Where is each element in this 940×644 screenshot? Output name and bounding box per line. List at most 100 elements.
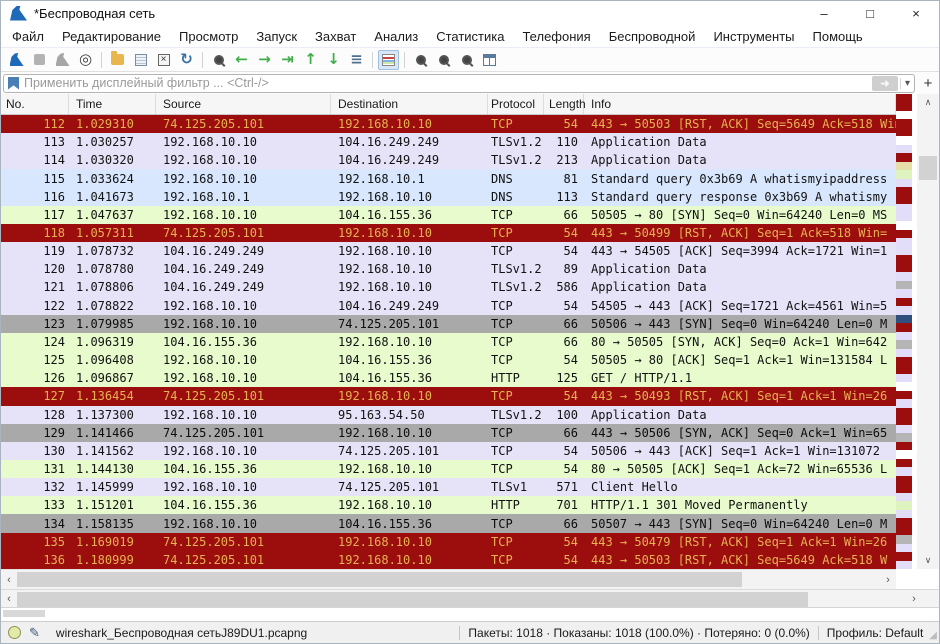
pane-handle[interactable] (3, 610, 45, 617)
cell-info: Client Hello (584, 480, 896, 494)
menu-item-10[interactable]: Помощь (804, 27, 872, 46)
menu-item-3[interactable]: Запуск (247, 27, 306, 46)
column-header-time[interactable]: Time (69, 94, 156, 114)
lower-hscrollbar[interactable]: ‹ › (1, 589, 939, 607)
zoom-reset-icon[interactable] (456, 50, 477, 70)
goto-packet-icon[interactable]: ⇥ (277, 50, 298, 70)
capture-comment-icon[interactable]: ✎ (29, 625, 40, 641)
apply-filter-button[interactable]: ➜ (872, 76, 898, 91)
menu-item-2[interactable]: Просмотр (170, 27, 247, 46)
lower-hscroll-right-arrow[interactable]: › (906, 590, 922, 607)
cell-info: 80 → 50505 [SYN, ACK] Seq=0 Ack=1 Win=64… (584, 335, 896, 349)
cell-info: Application Data (584, 280, 896, 294)
column-header-protocol[interactable]: Protocol (488, 94, 544, 114)
packet-row[interactable]: 1171.047637192.168.10.10104.16.155.36TCP… (1, 206, 896, 224)
menu-item-5[interactable]: Анализ (365, 27, 427, 46)
packet-row[interactable]: 1211.078806104.16.249.249192.168.10.10TL… (1, 278, 896, 296)
menu-item-6[interactable]: Статистика (427, 27, 513, 46)
open-file-icon[interactable] (107, 50, 128, 70)
menu-item-4[interactable]: Захват (306, 27, 365, 46)
autoscroll-icon[interactable]: ≡ (346, 50, 367, 70)
packet-row[interactable]: 1201.078780104.16.249.249192.168.10.10TL… (1, 260, 896, 278)
packet-row[interactable]: 1291.14146674.125.205.101192.168.10.10TC… (1, 424, 896, 442)
column-header-source[interactable]: Source (156, 94, 331, 114)
packet-row[interactable]: 1261.096867192.168.10.10104.16.155.36HTT… (1, 369, 896, 387)
packet-row[interactable]: 1331.151201104.16.155.36192.168.10.10HTT… (1, 496, 896, 514)
packet-row[interactable]: 1321.145999192.168.10.1074.125.205.101TL… (1, 478, 896, 496)
expert-info-icon[interactable] (8, 626, 21, 639)
packet-row[interactable]: 1151.033624192.168.10.10192.168.10.1DNS8… (1, 169, 896, 187)
menu-item-0[interactable]: Файл (3, 27, 53, 46)
lower-hscroll-left-arrow[interactable]: ‹ (1, 590, 17, 607)
display-filter-field[interactable]: ➜ ▾ (3, 74, 915, 93)
vscroll-up-arrow[interactable]: ∧ (917, 97, 939, 108)
vscroll-thumb[interactable] (919, 156, 937, 180)
menu-item-9[interactable]: Инструменты (704, 27, 803, 46)
packet-row[interactable]: 1311.144130104.16.155.36192.168.10.10TCP… (1, 460, 896, 478)
packet-row[interactable]: 1221.078822192.168.10.10104.16.249.249TC… (1, 297, 896, 315)
find-packet-icon[interactable] (208, 50, 229, 70)
packet-row[interactable]: 1141.030320192.168.10.10104.16.249.249TL… (1, 151, 896, 169)
menu-item-7[interactable]: Телефония (513, 27, 599, 46)
filter-dropdown-caret[interactable]: ▾ (900, 78, 914, 89)
column-header-destination[interactable]: Destination (331, 94, 488, 114)
minimap-stripe (896, 196, 912, 204)
resize-grip[interactable]: ◢ (929, 630, 937, 641)
reload-icon[interactable]: ↻ (176, 50, 197, 70)
maximize-button[interactable]: □ (847, 1, 893, 25)
bookmark-icon[interactable] (8, 77, 19, 90)
menu-item-8[interactable]: Беспроводной (600, 27, 705, 46)
colorize-icon[interactable] (378, 50, 399, 70)
packet-row[interactable]: 1121.02931074.125.205.101192.168.10.10TC… (1, 115, 896, 133)
resize-columns-icon[interactable] (479, 50, 500, 70)
add-filter-button[interactable]: + (919, 75, 937, 92)
minimap-stripe (896, 544, 912, 552)
packet-list-hscrollbar[interactable]: ‹ › (1, 569, 896, 589)
hscroll-thumb[interactable] (17, 572, 742, 587)
last-packet-icon[interactable]: ↓ (323, 50, 344, 70)
packet-row[interactable]: 1231.079985192.168.10.1074.125.205.101TC… (1, 315, 896, 333)
next-packet-icon[interactable]: → (254, 50, 275, 70)
save-file-icon[interactable] (130, 50, 151, 70)
menu-item-1[interactable]: Редактирование (53, 27, 170, 46)
close-file-icon[interactable]: × (153, 50, 174, 70)
hscroll-right-arrow[interactable]: › (880, 570, 896, 589)
close-button[interactable]: × (893, 1, 939, 25)
packet-row[interactable]: 1271.13645474.125.205.101192.168.10.10TC… (1, 387, 896, 405)
cell-protocol: TLSv1.2 (488, 135, 544, 149)
display-filter-input[interactable] (24, 76, 872, 90)
packet-row[interactable]: 1341.158135192.168.10.10104.16.155.36TCP… (1, 514, 896, 532)
packet-row[interactable]: 1131.030257192.168.10.10104.16.249.249TL… (1, 133, 896, 151)
minimize-button[interactable]: – (801, 1, 847, 25)
packet-list-minimap[interactable] (896, 94, 912, 569)
packet-list-vscrollbar[interactable]: ∧ ∨ (917, 94, 939, 569)
packet-row[interactable]: 1301.141562192.168.10.1074.125.205.101TC… (1, 442, 896, 460)
column-header-no[interactable]: No. (1, 94, 69, 114)
column-header-length[interactable]: Length (544, 94, 584, 114)
cell-destination: 192.168.10.10 (331, 262, 488, 276)
cell-info: 50506 → 443 [SYN] Seq=0 Win=64240 Len=0 … (584, 317, 896, 331)
hscroll-left-arrow[interactable]: ‹ (1, 570, 17, 589)
packet-row[interactable]: 1251.096408192.168.10.10104.16.155.36TCP… (1, 351, 896, 369)
first-packet-icon[interactable]: ↑ (300, 50, 321, 70)
capture-options-icon[interactable]: ◎ (75, 50, 96, 70)
vscroll-down-arrow[interactable]: ∨ (917, 555, 939, 566)
start-capture-icon[interactable] (6, 50, 27, 70)
restart-capture-icon[interactable] (52, 50, 73, 70)
zoom-in-icon[interactable]: + (410, 50, 431, 70)
zoom-out-icon[interactable]: − (433, 50, 454, 70)
cell-no: 128 (1, 408, 69, 422)
cell-destination: 74.125.205.101 (331, 480, 488, 494)
packet-row[interactable]: 1181.05731174.125.205.101192.168.10.10TC… (1, 224, 896, 242)
packet-row[interactable]: 1161.041673192.168.10.1192.168.10.10DNS1… (1, 188, 896, 206)
packet-row[interactable]: 1351.16901974.125.205.101192.168.10.10TC… (1, 533, 896, 551)
column-header-info[interactable]: Info (584, 94, 896, 114)
lower-hscroll-thumb[interactable] (17, 592, 808, 607)
previous-packet-icon[interactable]: ← (231, 50, 252, 70)
packet-row[interactable]: 1361.18099974.125.205.101192.168.10.10TC… (1, 551, 896, 569)
packet-row[interactable]: 1281.137300192.168.10.1095.163.54.50TLSv… (1, 406, 896, 424)
packet-row[interactable]: 1241.096319104.16.155.36192.168.10.10TCP… (1, 333, 896, 351)
stop-capture-icon[interactable] (29, 50, 50, 70)
profile-label[interactable]: Профиль: Default (827, 626, 924, 640)
packet-row[interactable]: 1191.078732104.16.249.249192.168.10.10TC… (1, 242, 896, 260)
